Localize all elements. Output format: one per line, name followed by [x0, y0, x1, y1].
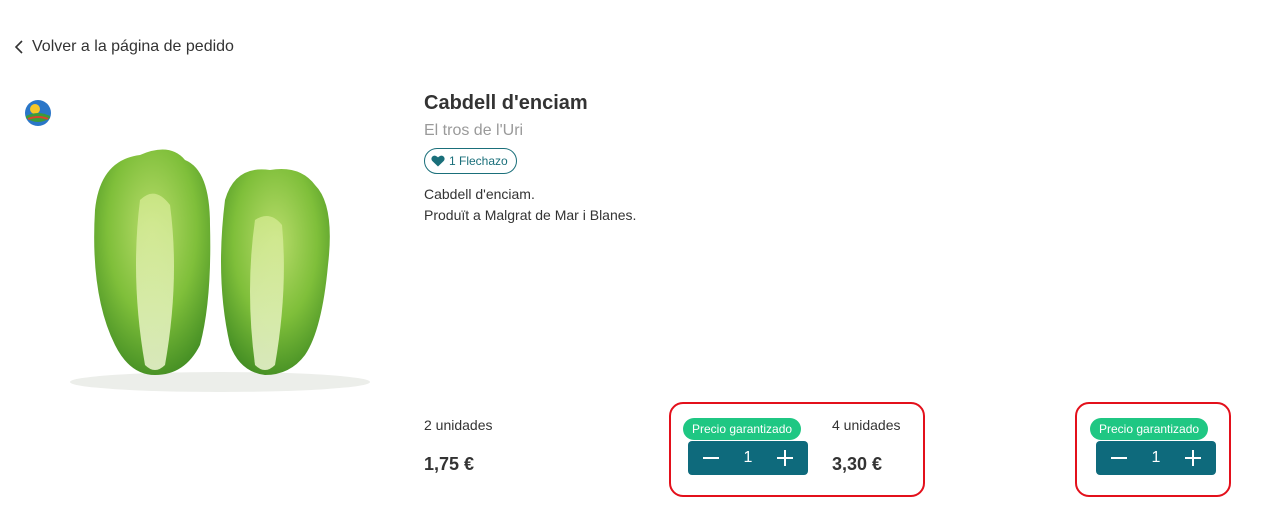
- increment-button[interactable]: [774, 447, 796, 469]
- quantity-stepper[interactable]: 1: [1096, 441, 1216, 475]
- chevron-left-icon: [14, 40, 23, 54]
- quantity-value: 1: [1151, 449, 1161, 466]
- description-line: Cabdell d'enciam.: [424, 186, 535, 202]
- heart-icon: [431, 155, 445, 167]
- plus-icon: [777, 450, 793, 466]
- decrement-button[interactable]: [1108, 447, 1130, 469]
- price-guaranteed-badge: Precio garantizado: [683, 418, 802, 440]
- crush-button[interactable]: 1 Flechazo: [424, 148, 517, 174]
- quantity-value: 1: [743, 449, 753, 466]
- back-link[interactable]: Volver a la página de pedido: [14, 38, 234, 56]
- plus-icon: [1185, 450, 1201, 466]
- producer-name[interactable]: El tros de l'Uri: [424, 122, 523, 140]
- back-link-label: Volver a la página de pedido: [32, 38, 234, 55]
- option-price: 1,75 €: [424, 454, 475, 474]
- product-title: Cabdell d'enciam: [424, 92, 588, 114]
- minus-icon: [703, 457, 719, 459]
- minus-icon: [1111, 457, 1127, 459]
- product-image: [70, 149, 370, 392]
- organic-badge-icon: [25, 100, 51, 126]
- option-price: 3,30 €: [832, 454, 883, 474]
- option-units: 4 unidades: [832, 417, 901, 433]
- option-units: 2 unidades: [424, 417, 493, 433]
- decrement-button[interactable]: [700, 447, 722, 469]
- price-guaranteed-badge: Precio garantizado: [1090, 418, 1209, 440]
- product-description: Cabdell d'enciam. Produït a Malgrat de M…: [424, 184, 636, 226]
- description-line: Produït a Malgrat de Mar i Blanes.: [424, 207, 637, 223]
- quantity-stepper[interactable]: 1: [688, 441, 808, 475]
- crush-label: 1 Flechazo: [449, 154, 508, 168]
- increment-button[interactable]: [1182, 447, 1204, 469]
